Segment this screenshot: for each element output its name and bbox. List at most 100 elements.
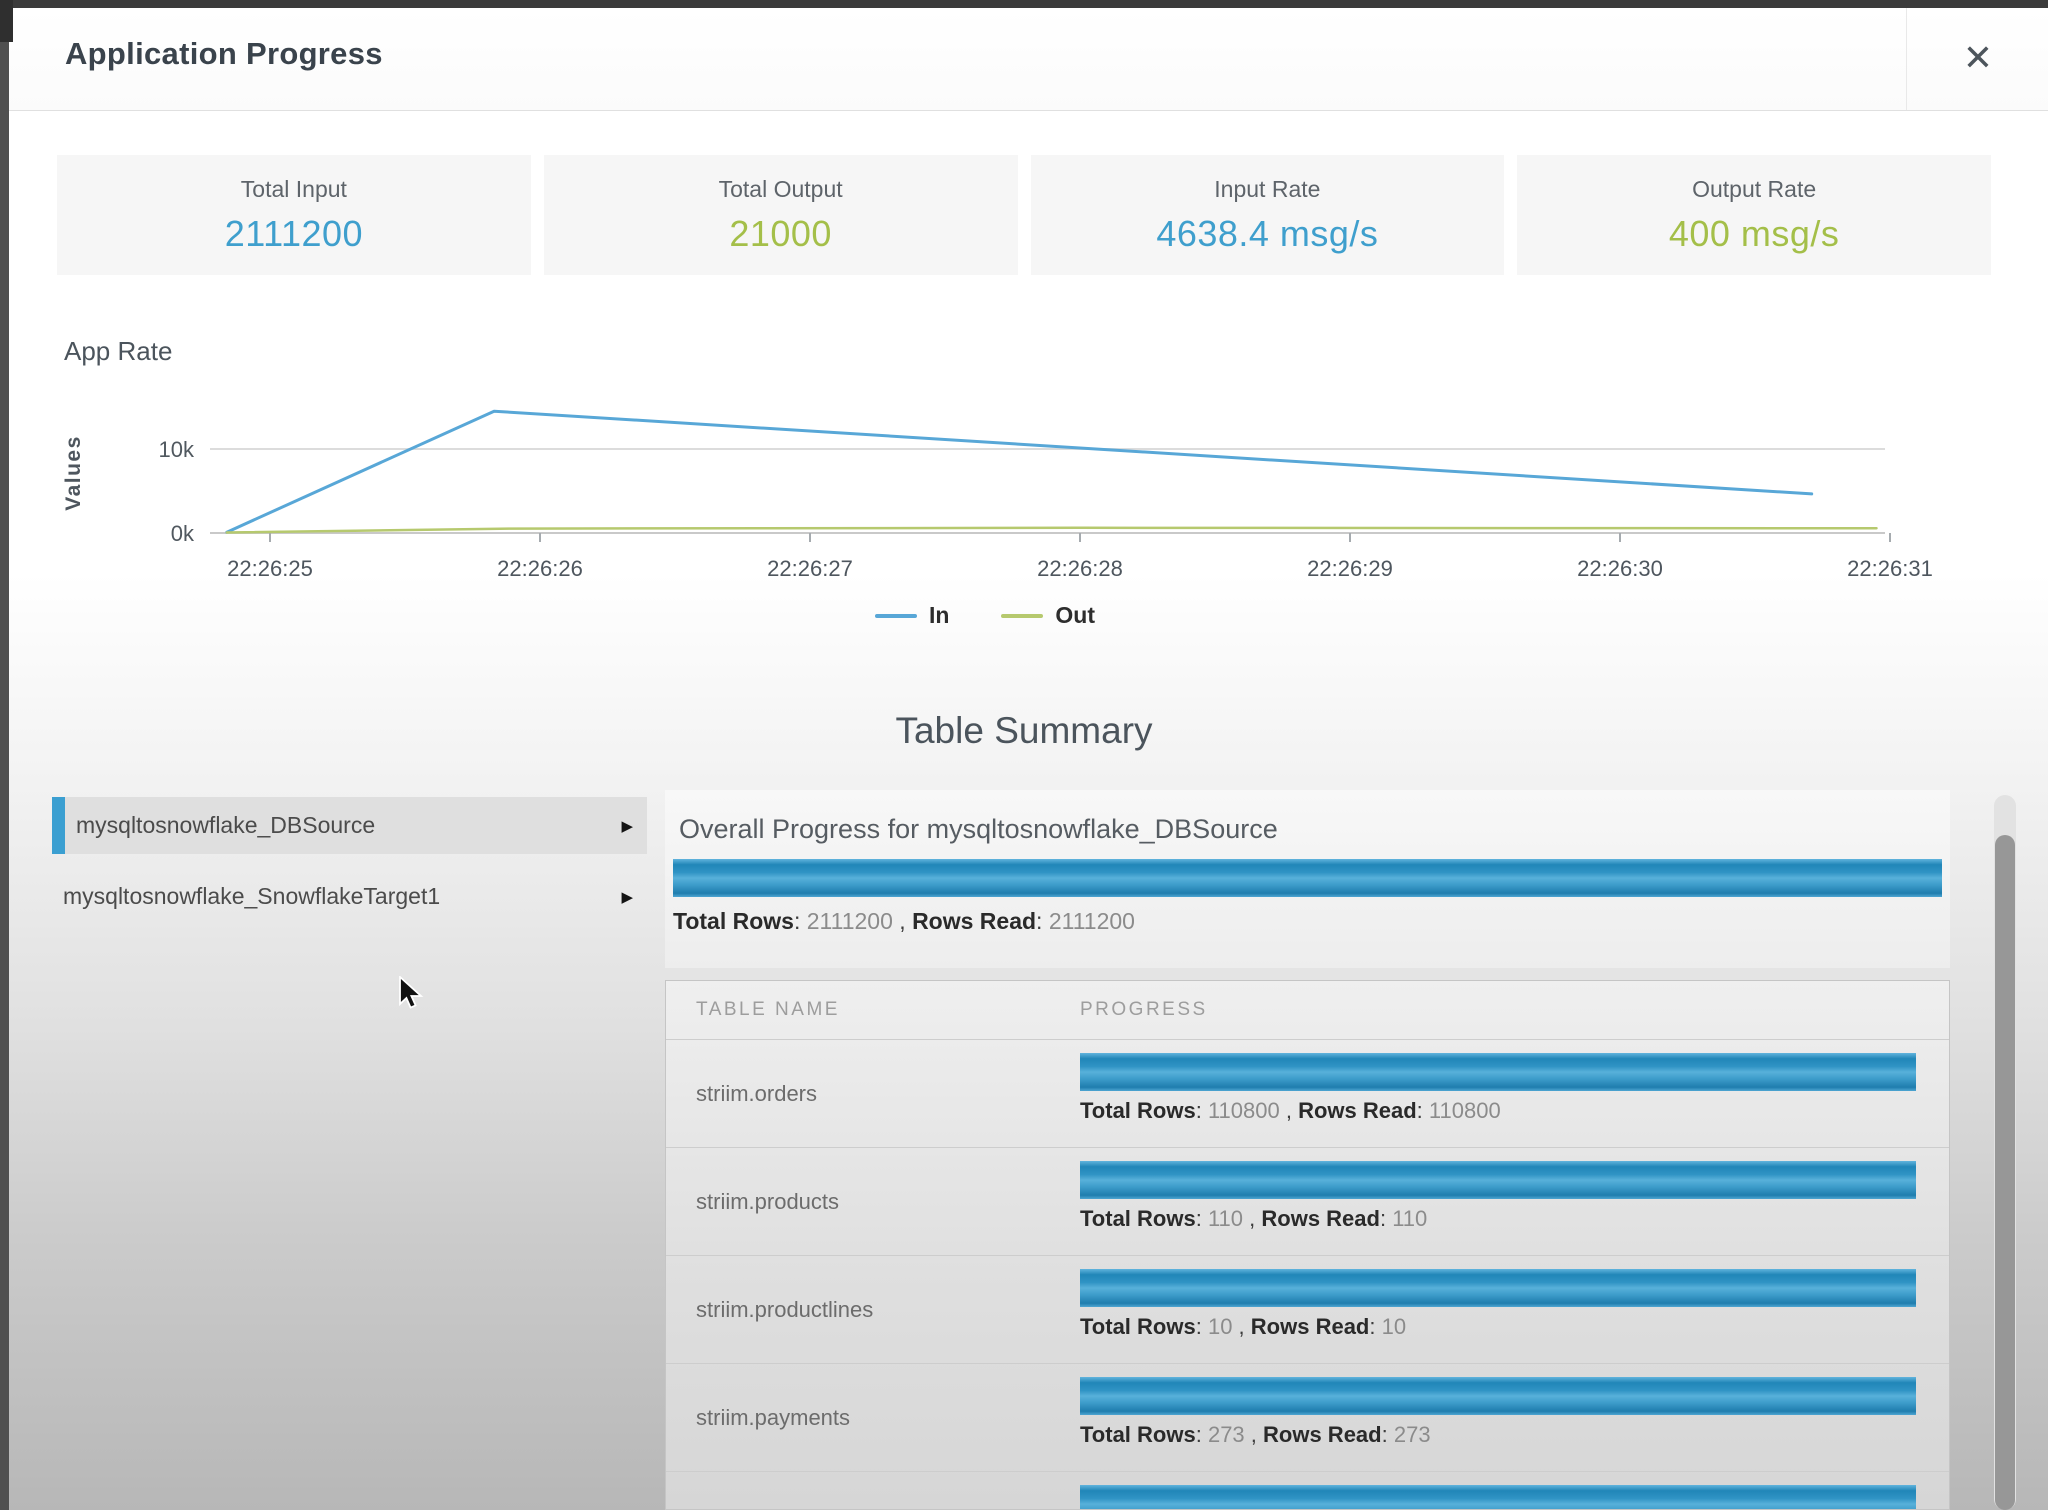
x-tick-label: 22:26:26 <box>497 556 583 581</box>
component-label: mysqltosnowflake_DBSource <box>76 812 375 839</box>
overall-progress-panel: Overall Progress for mysqltosnowflake_DB… <box>665 790 1950 968</box>
table-name: striim.productlines <box>666 1256 1080 1363</box>
table-progress-cell: Total Rows: 10 , Rows Read: 10 <box>1080 1256 1949 1363</box>
row-progress-bar <box>1080 1485 1916 1510</box>
selected-indicator <box>52 797 65 854</box>
row-progress-stats: Total Rows: 110 , Rows Read: 110 <box>1080 1206 1949 1232</box>
table-progress-cell <box>1080 1472 1949 1510</box>
overall-progress-fill <box>673 859 1942 897</box>
row-progress-fill <box>1080 1377 1916 1415</box>
rows-read-value: 110 <box>1392 1206 1427 1231</box>
rows-read-label: Rows Read <box>1263 1422 1382 1447</box>
table-summary-title: Table Summary <box>0 710 2048 752</box>
overall-progress-stats: Total Rows: 2111200 , Rows Read: 2111200 <box>673 908 1950 935</box>
component-list-item[interactable]: mysqltosnowflake_DBSource ▶ <box>52 797 647 854</box>
rows-read-value: 10 <box>1382 1314 1406 1339</box>
rows-read-value: 110800 <box>1429 1098 1501 1123</box>
row-progress-bar <box>1080 1161 1916 1199</box>
total-rows-label: Total Rows <box>673 908 794 934</box>
table-progress-cell: Total Rows: 273 , Rows Read: 273 <box>1080 1364 1949 1471</box>
table-name: striim.payments <box>666 1364 1080 1471</box>
scrollbar[interactable] <box>1994 795 2016 1510</box>
row-progress-stats: Total Rows: 10 , Rows Read: 10 <box>1080 1314 1949 1340</box>
legend-swatch-in <box>875 614 917 618</box>
stat-label: Input Rate <box>1214 176 1320 203</box>
chart-title: App Rate <box>64 336 172 367</box>
series-line-in <box>227 411 1812 532</box>
table-row <box>666 1471 1949 1510</box>
table-row: striim.ordersTotal Rows: 110800 , Rows R… <box>666 1039 1949 1147</box>
x-tick-label: 22:26:31 <box>1847 556 1933 581</box>
window-edge-left <box>0 0 9 1510</box>
x-tick-label: 22:26:25 <box>227 556 313 581</box>
row-progress-fill <box>1080 1269 1916 1307</box>
stats-row: Total Input2111200 Total Output 21000 Input… <box>57 155 1991 275</box>
row-progress-bar <box>1080 1269 1916 1307</box>
table-name: striim.products <box>666 1148 1080 1255</box>
dialog-title: Application Progress <box>65 36 383 72</box>
rows-read-label: Rows Read <box>1261 1206 1380 1231</box>
legend-item: In <box>875 602 949 629</box>
stat-value: 4638.4 msg/s <box>1156 213 1378 255</box>
total-rows-label: Total Rows <box>1080 1098 1196 1123</box>
table-row: striim.productsTotal Rows: 110 , Rows Re… <box>666 1147 1949 1255</box>
legend-label: Out <box>1055 602 1095 629</box>
stat-value: 21000 <box>729 213 832 255</box>
stat-value: 2111200 <box>225 213 363 255</box>
y-tick-label: 0k <box>171 521 195 546</box>
stat-card: Output Rate400 msg/s <box>1517 155 1991 275</box>
total-rows-label: Total Rows <box>1080 1422 1196 1447</box>
series-line-out <box>227 528 1877 533</box>
rows-read-label: Rows Read <box>912 908 1036 934</box>
table-row: striim.productlinesTotal Rows: 10 , Rows… <box>666 1255 1949 1363</box>
stat-label: Total Output <box>719 176 843 203</box>
column-header-progress: PROGRESS <box>1080 999 1949 1021</box>
chevron-right-icon: ▶ <box>621 888 633 906</box>
column-header-table-name: TABLE NAME <box>666 999 1080 1021</box>
total-rows-value: 110800 <box>1208 1098 1280 1123</box>
scrollbar-thumb[interactable] <box>1995 835 2015 1510</box>
row-progress-fill <box>1080 1161 1916 1199</box>
total-rows-value: 273 <box>1208 1422 1245 1447</box>
table-name <box>666 1472 1080 1510</box>
row-progress-stats: Total Rows: 110800 , Rows Read: 110800 <box>1080 1098 1949 1124</box>
window-edge-corner <box>0 0 13 42</box>
rows-read-label: Rows Read <box>1251 1314 1370 1339</box>
y-tick-label: 10k <box>159 437 195 462</box>
row-progress-bar <box>1080 1053 1916 1091</box>
stat-card: Input Rate 4638.4 msg/s <box>1031 155 1505 275</box>
rows-read-value: 2111200 <box>1049 908 1135 934</box>
total-rows-value: 10 <box>1208 1314 1232 1339</box>
app-rate-chart: 0k 10k 22:26:25 22:26:26 22:26:27 22:26:28 22:… <box>80 390 1950 590</box>
stat-card: Total Input2111200 <box>57 155 531 275</box>
chevron-right-icon: ▶ <box>621 817 633 835</box>
x-tick-label: 22:26:27 <box>767 556 853 581</box>
application-progress-dialog: Application Progress ✕ Total Input211120… <box>0 0 2048 1510</box>
x-tick-label: 22:26:29 <box>1307 556 1393 581</box>
table-header-row: TABLE NAME PROGRESS <box>666 981 1949 1039</box>
window-edge-top <box>0 0 2048 8</box>
total-rows-value: 110 <box>1208 1206 1243 1231</box>
header-divider <box>1906 8 1907 110</box>
rows-read-value: 273 <box>1394 1422 1431 1447</box>
legend-item: Out <box>1001 602 1095 629</box>
close-button[interactable]: ✕ <box>1950 30 2006 86</box>
table-progress-cell: Total Rows: 110 , Rows Read: 110 <box>1080 1148 1949 1255</box>
legend-swatch-out <box>1001 614 1043 618</box>
stat-card: Total Output 21000 <box>544 155 1018 275</box>
rows-read-label: Rows Read <box>1298 1098 1417 1123</box>
table-progress-cell: Total Rows: 110800 , Rows Read: 110800 <box>1080 1040 1949 1147</box>
tables-panel: TABLE NAME PROGRESS striim.ordersTotal R… <box>665 980 1950 1510</box>
x-tick-label: 22:26:28 <box>1037 556 1123 581</box>
component-label: mysqltosnowflake_SnowflakeTarget1 <box>63 883 440 910</box>
chart-legend: In Out <box>80 602 1890 629</box>
row-progress-stats: Total Rows: 273 , Rows Read: 273 <box>1080 1422 1949 1448</box>
table-name: striim.orders <box>666 1040 1080 1147</box>
total-rows-label: Total Rows <box>1080 1206 1196 1231</box>
component-list-item[interactable]: mysqltosnowflake_SnowflakeTarget1 ▶ <box>52 868 647 925</box>
row-progress-bar <box>1080 1377 1916 1415</box>
table-rows: striim.ordersTotal Rows: 110800 , Rows R… <box>666 1039 1949 1510</box>
dialog-header: Application Progress ✕ <box>9 8 2048 111</box>
row-progress-fill <box>1080 1485 1916 1510</box>
row-progress-fill <box>1080 1053 1916 1091</box>
